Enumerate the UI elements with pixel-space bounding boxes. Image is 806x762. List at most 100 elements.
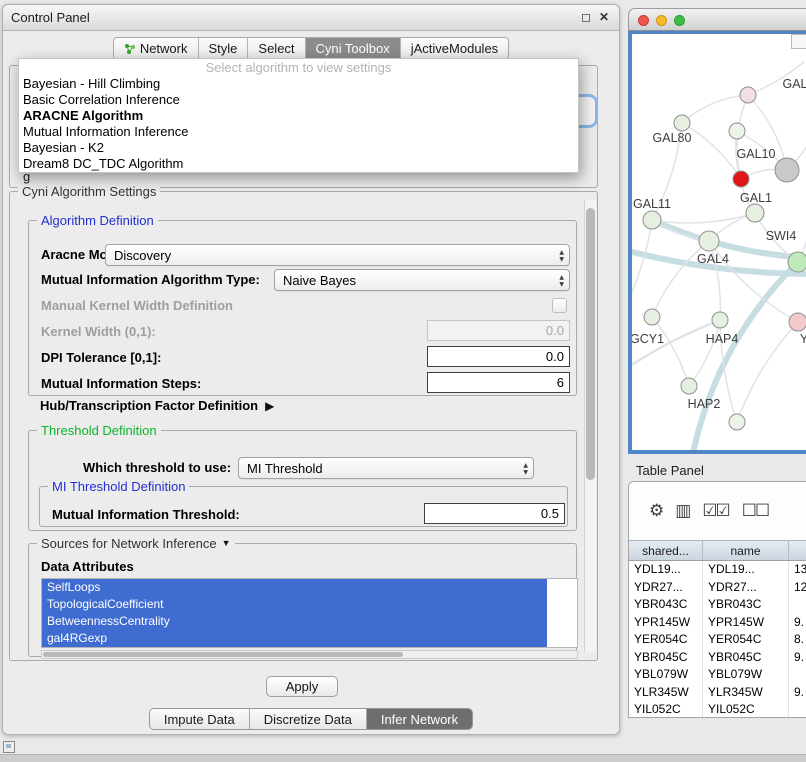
minimize-traffic-light[interactable] (656, 15, 667, 26)
data-attribute-item[interactable]: gal4RGexp (42, 630, 547, 647)
network-edge[interactable] (652, 213, 755, 223)
settings-scrollbar[interactable] (584, 200, 596, 652)
table-cell: YDL19... (629, 561, 703, 579)
bottom-tab-discretize-data[interactable]: Discretize Data (250, 709, 367, 729)
list-horizontal-scrollbar-thumb[interactable] (43, 652, 403, 657)
close-panel-icon[interactable]: ✕ (597, 10, 611, 24)
network-node[interactable] (789, 313, 806, 331)
algorithm-option[interactable]: Bayesian - Hill Climbing (19, 76, 578, 92)
algorithm-option[interactable]: Dream8 DC_TDC Algorithm (19, 156, 578, 172)
data-attribute-item[interactable]: BetweennessCentrality (42, 613, 547, 630)
algorithm-option[interactable]: Bayesian - K2 (19, 140, 578, 156)
tab-select[interactable]: Select (248, 38, 305, 59)
table-row[interactable]: YDL19...YDL19...13 (629, 561, 806, 579)
table-cell: YER054C (703, 631, 789, 649)
network-node[interactable] (729, 414, 745, 430)
network-node[interactable] (699, 231, 719, 251)
which-threshold-value: MI Threshold (247, 461, 323, 476)
data-attribute-item[interactable]: TopologicalCoefficient (42, 596, 547, 613)
mi-steps-label: Mutual Information Steps: (41, 376, 201, 391)
network-node[interactable] (733, 171, 749, 187)
table-cell: YBR045C (703, 649, 789, 667)
algorithm-option[interactable]: Mutual Information Inference (19, 124, 578, 140)
table-cell: 12 (789, 579, 806, 597)
tab-cyni-toolbox[interactable]: Cyni Toolbox (306, 38, 401, 59)
network-node[interactable] (712, 312, 728, 328)
algorithm-option[interactable]: Basic Correlation Inference (19, 92, 578, 108)
network-node[interactable] (644, 309, 660, 325)
which-threshold-select[interactable]: MI Threshold ▲▼ (238, 457, 534, 479)
network-node[interactable] (746, 204, 764, 222)
tab-network[interactable]: Network (114, 38, 199, 59)
float-window-icon[interactable]: ◻ (579, 10, 593, 24)
network-node-label: SWI4 (766, 229, 797, 243)
dpi-tolerance-input[interactable] (427, 346, 570, 367)
mi-threshold-definition-group: MI Threshold Definition Mutual Informati… (39, 486, 568, 527)
zoom-traffic-light[interactable] (674, 15, 685, 26)
mi-steps-input[interactable] (427, 372, 570, 393)
canvas-scroll-button[interactable] (791, 34, 806, 49)
table-row[interactable]: YER054CYER054C8. (629, 631, 806, 649)
network-node[interactable] (674, 115, 690, 131)
manual-kernel-label: Manual Kernel Width Definition (41, 298, 233, 313)
network-node[interactable] (643, 211, 661, 229)
tab-style[interactable]: Style (199, 38, 249, 59)
close-traffic-light[interactable] (638, 15, 649, 26)
deselect-all-icon[interactable]: ☐☐ (742, 501, 768, 521)
network-edge[interactable] (682, 95, 748, 123)
collapse-arrow-icon: ▼ (222, 536, 231, 551)
table-cell: YBL079W (629, 666, 703, 684)
network-node[interactable] (775, 158, 799, 182)
table-cell (789, 701, 806, 718)
network-node[interactable] (788, 252, 806, 272)
settings-scrollbar-thumb[interactable] (586, 208, 595, 480)
select-all-icon[interactable]: ☑☑ (702, 501, 728, 521)
table-row[interactable]: YDR27...YDR27...12 (629, 579, 806, 597)
table-row[interactable]: YPR145WYPR145W9. (629, 614, 806, 632)
columns-icon[interactable]: ▥ (675, 501, 689, 521)
algorithm-dropdown-popup: Select algorithm to view settings Bayesi… (18, 58, 579, 173)
network-window-titlebar[interactable] (628, 8, 806, 31)
sources-title-row[interactable]: Sources for Network Inference ▼ (37, 536, 235, 551)
column-header-extra[interactable] (789, 541, 806, 560)
network-node[interactable] (729, 123, 745, 139)
bottom-tab-impute-data[interactable]: Impute Data (150, 709, 250, 729)
status-strip (0, 754, 806, 762)
algorithm-option[interactable]: ARACNE Algorithm (19, 108, 578, 124)
table-row[interactable]: YBR045CYBR045C9. (629, 649, 806, 667)
cyni-algorithm-settings-group: Cyni Algorithm Settings Algorithm Defini… (9, 191, 598, 661)
kernel-width-input[interactable] (427, 320, 570, 341)
data-attributes-list[interactable]: SelfLoopsTopologicalCoefficientBetweenne… (41, 578, 578, 648)
table-panel-window: ⚙▥☑☑☐☐ shared...name YDL19...YDL19...13Y… (628, 481, 806, 718)
table-cell: YLR345W (703, 684, 789, 702)
column-header-name[interactable]: name (703, 541, 789, 560)
table-row[interactable]: YBR043CYBR043C (629, 596, 806, 614)
table-panel-title: Table Panel (636, 463, 704, 478)
network-canvas[interactable]: GALGAL80GAL10GAL11GAL1SWI4GAL4GCY1HAP4YH… (628, 31, 806, 454)
network-edge[interactable] (632, 220, 652, 314)
network-node[interactable] (681, 378, 697, 394)
network-edge[interactable] (652, 317, 689, 386)
network-node[interactable] (740, 87, 756, 103)
gear-icon[interactable]: ⚙ (649, 501, 662, 521)
table-cell (789, 666, 806, 684)
table-row[interactable]: YBL079WYBL079W (629, 666, 806, 684)
table-row[interactable]: YIL052CYIL052C (629, 701, 806, 718)
apply-button[interactable]: Apply (266, 676, 338, 697)
manual-kernel-checkbox[interactable] (552, 298, 567, 313)
list-horizontal-scrollbar[interactable] (41, 650, 578, 659)
mi-threshold-input[interactable] (424, 503, 565, 524)
bottom-tab-infer-network[interactable]: Infer Network (367, 709, 472, 729)
minimized-panel-icon[interactable] (3, 741, 15, 753)
network-edge[interactable] (737, 322, 798, 422)
mi-type-select[interactable]: Naive Bayes ▲▼ (274, 269, 570, 291)
aracne-mode-select[interactable]: Discovery ▲▼ (105, 244, 570, 266)
tab-jactivemodules[interactable]: jActiveModules (401, 38, 508, 59)
column-header-shared-[interactable]: shared... (629, 541, 703, 560)
data-attribute-item[interactable]: SelfLoops (42, 579, 547, 596)
table-row[interactable]: YLR345WYLR345W9. (629, 684, 806, 702)
table-cell: YER054C (629, 631, 703, 649)
hub-transcription-section[interactable]: Hub/Transcription Factor Definition ▶ (40, 398, 274, 413)
table-body: YDL19...YDL19...13YDR27...YDR27...12YBR0… (629, 561, 806, 718)
table-cell: YIL052C (629, 701, 703, 718)
